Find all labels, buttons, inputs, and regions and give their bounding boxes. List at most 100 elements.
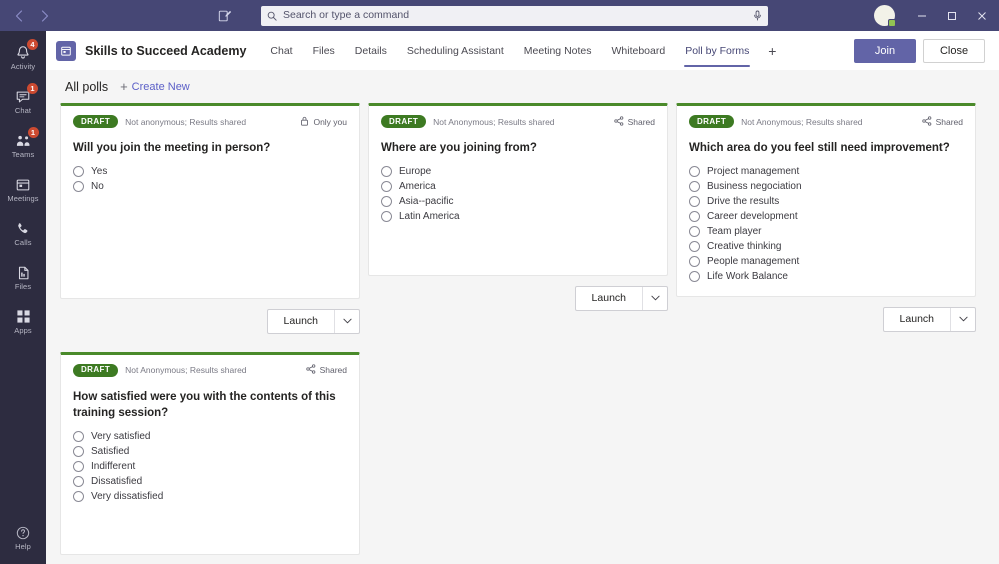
poll-option[interactable]: Creative thinking: [689, 241, 963, 252]
add-tab-button[interactable]: +: [759, 31, 785, 70]
radio-icon[interactable]: [689, 271, 700, 282]
launch-button-label[interactable]: Launch: [268, 310, 334, 333]
window-controls-area: [789, 0, 999, 31]
search-input[interactable]: Search or type a command: [283, 10, 747, 21]
create-new-button[interactable]: + Create New: [120, 80, 190, 93]
poll-visibility: Shared: [614, 116, 655, 128]
radio-icon[interactable]: [73, 431, 84, 442]
window-body: 4 Activity 1 Chat: [0, 31, 999, 564]
chat-icon: 1: [15, 88, 31, 106]
radio-icon[interactable]: [689, 196, 700, 207]
radio-icon[interactable]: [381, 181, 392, 192]
radio-icon[interactable]: [73, 476, 84, 487]
search-icon: [267, 11, 277, 21]
rail-label-calls: Calls: [14, 239, 31, 247]
poll-option[interactable]: People management: [689, 256, 963, 267]
share-icon: [614, 116, 624, 128]
poll-visibility: Shared: [306, 364, 347, 376]
rail-item-meetings[interactable]: Meetings: [0, 167, 46, 211]
radio-icon[interactable]: [73, 461, 84, 472]
meeting-calendar-icon: [56, 41, 76, 61]
radio-icon[interactable]: [689, 211, 700, 222]
launch-button-label[interactable]: Launch: [884, 308, 950, 331]
launch-button[interactable]: Launch: [883, 307, 976, 332]
poll-option[interactable]: Project management: [689, 166, 963, 177]
rail-item-chat[interactable]: 1 Chat: [0, 79, 46, 123]
rail-item-calls[interactable]: Calls: [0, 211, 46, 255]
poll-option[interactable]: Very satisfied: [73, 431, 347, 442]
chevron-down-icon[interactable]: [643, 287, 667, 310]
poll-option[interactable]: Very dissatisfied: [73, 491, 347, 502]
poll-option[interactable]: Drive the results: [689, 196, 963, 207]
rail-item-activity[interactable]: 4 Activity: [0, 35, 46, 79]
maximize-button[interactable]: [937, 0, 967, 31]
radio-icon[interactable]: [73, 446, 84, 457]
radio-icon[interactable]: [689, 256, 700, 267]
poll-option[interactable]: America: [381, 181, 655, 192]
rail-label-meetings: Meetings: [7, 195, 38, 203]
chevron-down-icon[interactable]: [951, 308, 975, 331]
poll-option[interactable]: Dissatisfied: [73, 476, 347, 487]
radio-icon[interactable]: [73, 491, 84, 502]
tab-details[interactable]: Details: [345, 31, 397, 70]
poll-option[interactable]: Career development: [689, 211, 963, 222]
poll-option[interactable]: Latin America: [381, 211, 655, 222]
radio-icon[interactable]: [689, 226, 700, 237]
radio-icon[interactable]: [689, 166, 700, 177]
tab-meeting-notes[interactable]: Meeting Notes: [514, 31, 602, 70]
poll-option[interactable]: Business negociation: [689, 181, 963, 192]
tab-whiteboard[interactable]: Whiteboard: [602, 31, 676, 70]
radio-icon[interactable]: [689, 241, 700, 252]
avatar[interactable]: [874, 5, 895, 26]
radio-icon[interactable]: [73, 181, 84, 192]
join-button[interactable]: Join: [854, 39, 916, 63]
poll-option[interactable]: No: [73, 181, 347, 192]
rail-label-apps: Apps: [14, 327, 32, 335]
poll-option[interactable]: Yes: [73, 166, 347, 177]
close-meeting-button[interactable]: Close: [923, 39, 985, 63]
rail-item-files[interactable]: Files: [0, 255, 46, 299]
radio-icon[interactable]: [73, 166, 84, 177]
card-filler: [73, 502, 347, 540]
launch-button[interactable]: Launch: [575, 286, 668, 311]
minimize-button[interactable]: [907, 0, 937, 31]
poll-option[interactable]: Asia--pacific: [381, 196, 655, 207]
back-icon[interactable]: [11, 8, 27, 24]
poll-option[interactable]: Indifferent: [73, 461, 347, 472]
search-bar[interactable]: Search or type a command: [261, 6, 768, 26]
tab-poll-by-forms[interactable]: Poll by Forms: [675, 31, 759, 70]
poll-option[interactable]: Satisfied: [73, 446, 347, 457]
poll-option-label: Career development: [707, 211, 798, 222]
close-button[interactable]: [967, 0, 997, 31]
poll-option[interactable]: Life Work Balance: [689, 271, 963, 282]
phone-icon: [15, 220, 31, 238]
poll-card[interactable]: DRAFT Not Anonymous; Results shared: [368, 103, 668, 276]
poll-option-label: Team player: [707, 226, 761, 237]
poll-question: How satisfied were you with the contents…: [73, 389, 347, 422]
poll-option[interactable]: Team player: [689, 226, 963, 237]
radio-icon[interactable]: [689, 181, 700, 192]
radio-icon[interactable]: [381, 166, 392, 177]
tab-files[interactable]: Files: [303, 31, 345, 70]
rail-item-teams[interactable]: 1 Teams: [0, 123, 46, 167]
forward-icon[interactable]: [37, 8, 53, 24]
poll-card[interactable]: DRAFT Not anonymous; Results shared: [60, 103, 360, 299]
launch-button[interactable]: Launch: [267, 309, 360, 334]
compose-new-chat-icon[interactable]: [210, 9, 240, 23]
poll-card-slot: DRAFT Not Anonymous; Results shared: [368, 103, 668, 344]
chevron-down-icon[interactable]: [335, 310, 359, 333]
radio-icon[interactable]: [381, 211, 392, 222]
tab-scheduling-assistant[interactable]: Scheduling Assistant: [397, 31, 514, 70]
rail-label-chat: Chat: [15, 107, 31, 115]
microphone-icon[interactable]: [753, 10, 762, 21]
rail-item-help[interactable]: Help: [0, 515, 46, 559]
poll-card[interactable]: DRAFT Not Anonymous; Results shared: [676, 103, 976, 297]
poll-meta: Not Anonymous; Results shared: [125, 365, 246, 375]
radio-icon[interactable]: [381, 196, 392, 207]
share-icon: [306, 364, 316, 376]
tab-chat[interactable]: Chat: [260, 31, 302, 70]
poll-card[interactable]: DRAFT Not Anonymous; Results shared: [60, 352, 360, 555]
rail-item-apps[interactable]: Apps: [0, 299, 46, 343]
poll-option[interactable]: Europe: [381, 166, 655, 177]
launch-button-label[interactable]: Launch: [576, 287, 642, 310]
